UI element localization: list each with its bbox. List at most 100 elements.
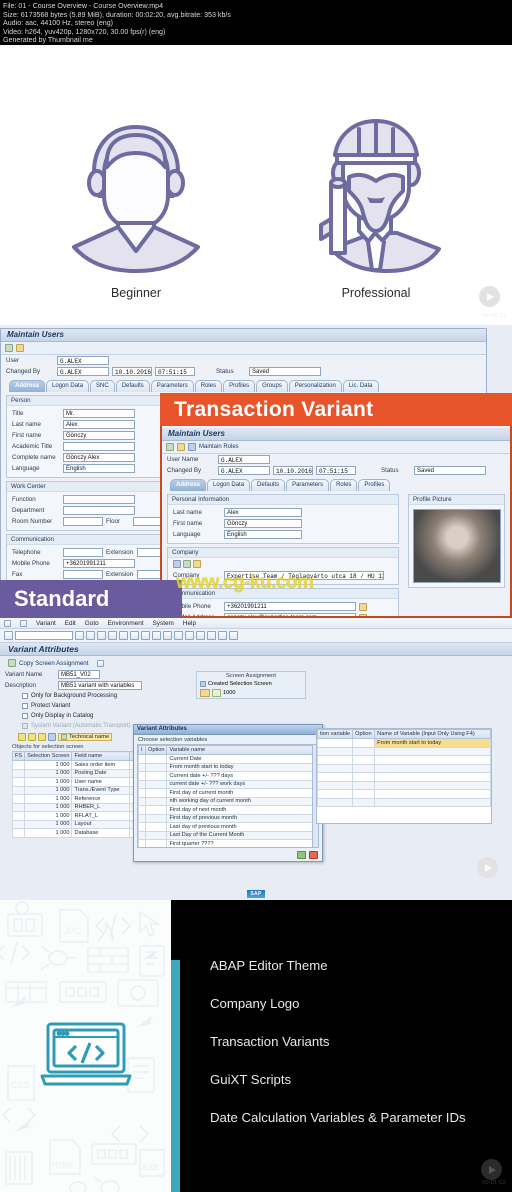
cell-i[interactable]: [138, 839, 146, 847]
sap-back-icon[interactable]: [20, 619, 27, 627]
find-next-icon[interactable]: [141, 631, 150, 640]
list-item[interactable]: nth working day of current month: [138, 796, 318, 806]
list-item[interactable]: Current Date: [138, 754, 318, 764]
sort-asc-icon[interactable]: [18, 733, 26, 741]
exit-icon[interactable]: [97, 631, 106, 640]
new-session-icon[interactable]: [196, 631, 205, 640]
vp-lastname-value[interactable]: Alex: [224, 508, 302, 517]
wc-function-value[interactable]: [63, 495, 135, 504]
vp-firstname-value[interactable]: Gönczy: [224, 519, 302, 528]
layout-icon[interactable]: [229, 631, 238, 640]
command-field[interactable]: [15, 631, 73, 640]
vtab-roles[interactable]: Roles: [330, 479, 358, 491]
email-detail-icon[interactable]: [359, 613, 367, 616]
vtab-logon-data[interactable]: Logon Data: [207, 479, 251, 491]
cell-i[interactable]: [138, 762, 146, 772]
pencil-icon[interactable]: [5, 344, 13, 352]
lock-icon[interactable]: [16, 344, 24, 352]
table-row[interactable]: 1 000User nameS: [11, 777, 148, 787]
shortcut-icon[interactable]: [207, 631, 216, 640]
pencil-icon[interactable]: [166, 443, 174, 451]
person-lastname-value[interactable]: Alex: [63, 420, 135, 429]
checkbox-icon[interactable]: [22, 713, 28, 719]
chk-display-catalog[interactable]: Only Display in Catalog: [0, 711, 190, 721]
tab-address[interactable]: Address: [9, 380, 46, 392]
next-page-icon[interactable]: [174, 631, 183, 640]
tab-profiles[interactable]: Profiles: [223, 380, 256, 392]
cell-i[interactable]: [138, 822, 146, 832]
variant-description-value[interactable]: MB51 variant with variables: [58, 681, 142, 690]
cell-i[interactable]: [138, 788, 146, 798]
vtab-profiles[interactable]: Profiles: [358, 479, 391, 491]
table-row[interactable]: From month start to today: [317, 738, 491, 748]
variant-name-value[interactable]: MB51_V02: [58, 670, 100, 679]
table-row[interactable]: 1 000ReferenceS: [11, 794, 148, 804]
cell-i[interactable]: [138, 754, 146, 764]
list-item[interactable]: Last day of previous month: [138, 822, 318, 832]
menu-variant[interactable]: Variant: [36, 620, 56, 627]
table-row[interactable]: [317, 797, 491, 807]
cell-i[interactable]: [138, 830, 146, 840]
menu-help[interactable]: Help: [183, 620, 196, 627]
cell-i[interactable]: [138, 805, 146, 815]
person-icon[interactable]: [188, 443, 196, 451]
menu-goto[interactable]: Goto: [85, 620, 99, 627]
cell-i[interactable]: [138, 779, 146, 789]
comm-telephone-value[interactable]: [63, 548, 103, 557]
list-item[interactable]: Last Day of the Current Month: [138, 830, 318, 840]
tab-personalization[interactable]: Personalization: [288, 380, 342, 392]
tab-roles[interactable]: Roles: [194, 380, 223, 392]
sap-menu-icon[interactable]: [4, 619, 11, 627]
vp-language-value[interactable]: English: [224, 530, 302, 539]
vtab-address[interactable]: Address: [170, 479, 207, 491]
assignment-check-icon[interactable]: [212, 689, 221, 697]
sort-desc-icon[interactable]: [28, 733, 36, 741]
table-row[interactable]: 1 000Trans./Event TypeS: [11, 785, 148, 795]
maintain-roles-label[interactable]: Maintain Roles: [199, 444, 239, 450]
copy-icon[interactable]: [8, 659, 16, 667]
print-preview-icon[interactable]: [48, 733, 56, 741]
checkbox-icon[interactable]: [22, 703, 28, 709]
filter-icon[interactable]: [38, 733, 46, 741]
tab-logon-data[interactable]: Logon Data: [46, 380, 90, 392]
table-row[interactable]: [317, 746, 491, 756]
print-icon[interactable]: [119, 631, 128, 640]
mobile-detail-icon[interactable]: [359, 602, 367, 611]
menu-environment[interactable]: Environment: [108, 620, 144, 627]
back-icon[interactable]: [86, 631, 95, 640]
variant-username-value[interactable]: G.ALEX: [218, 455, 270, 464]
find-icon[interactable]: [130, 631, 139, 640]
person-title-value[interactable]: Mr.: [63, 409, 135, 418]
list-item[interactable]: First day of current month: [138, 788, 318, 798]
comm-fax-value[interactable]: [63, 570, 103, 579]
company-search-icon[interactable]: [173, 560, 181, 568]
tab-snc[interactable]: SNC: [90, 380, 115, 392]
table-row[interactable]: [317, 789, 491, 799]
checkbox-icon[interactable]: [22, 693, 28, 699]
play-button-overlay[interactable]: [477, 857, 498, 878]
cell-i[interactable]: [138, 771, 146, 781]
table-row[interactable]: 1 000Posting DateS: [11, 768, 148, 778]
enter-icon[interactable]: [4, 631, 13, 640]
company-create-icon[interactable]: [183, 560, 191, 568]
prev-page-icon[interactable]: [163, 631, 172, 640]
save-icon[interactable]: [75, 631, 84, 640]
table-row[interactable]: [317, 780, 491, 790]
list-item[interactable]: First day of next month: [138, 805, 318, 815]
tab-groups[interactable]: Groups: [256, 380, 288, 392]
table-row[interactable]: 1 000RFLAT_LP: [11, 811, 148, 821]
table-row[interactable]: [317, 772, 491, 782]
last-page-icon[interactable]: [185, 631, 194, 640]
cell-i[interactable]: [138, 813, 146, 823]
person-academictitle-value[interactable]: [63, 442, 135, 451]
table-row[interactable]: 1 000LayoutP: [11, 819, 148, 829]
cancel-icon[interactable]: [108, 631, 117, 640]
wc-room-value[interactable]: [63, 517, 103, 526]
table-row[interactable]: 1 000RHBER_LP: [11, 802, 148, 812]
tab-lic-data[interactable]: Lic. Data: [342, 380, 379, 392]
person-language-value[interactable]: English: [63, 464, 135, 473]
list-item[interactable]: From month start to today: [138, 762, 318, 772]
chk-background-processing[interactable]: Only for Background Processing: [0, 691, 190, 701]
person-firstname-value[interactable]: Gönczy: [63, 431, 135, 440]
vtab-parameters[interactable]: Parameters: [286, 479, 330, 491]
